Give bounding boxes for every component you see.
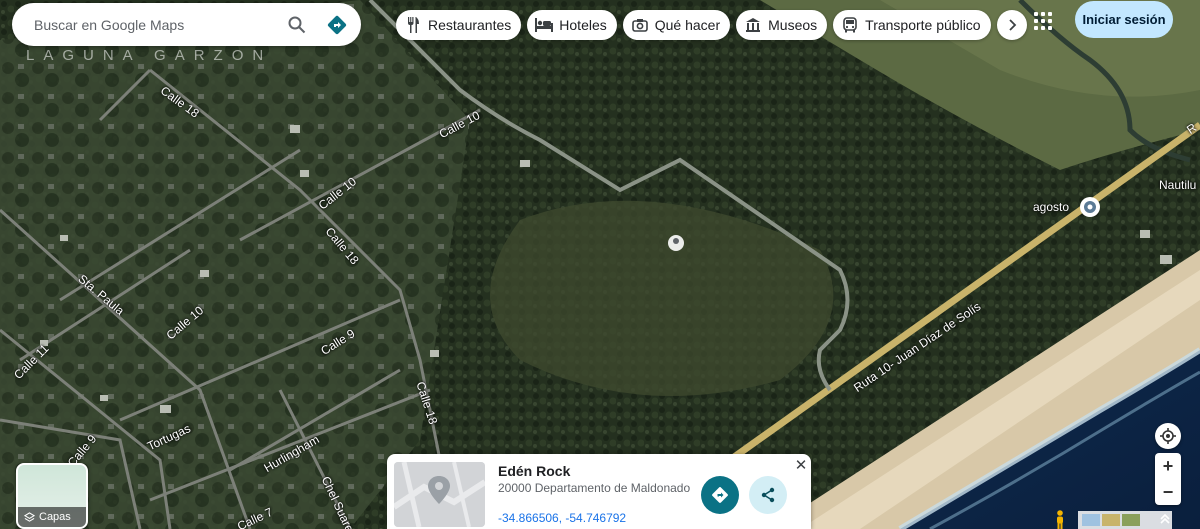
directions-button[interactable]: [701, 476, 739, 514]
apps-grid-icon[interactable]: [1031, 9, 1055, 33]
directions-icon: [712, 487, 728, 503]
layers-icon: [24, 511, 35, 522]
crosshair-icon: [1160, 428, 1176, 444]
layers-button[interactable]: Capas: [16, 463, 88, 529]
imagery-thumbnails[interactable]: [1078, 511, 1172, 529]
zoom-in-button[interactable]: +: [1155, 453, 1181, 479]
place-address: 20000 Departamento de Maldonado: [498, 481, 691, 495]
place-coordinates[interactable]: -34.866506, -54.746792: [498, 511, 626, 525]
place-card[interactable]: Edén Rock 20000 Departamento de Maldonad…: [387, 454, 811, 529]
my-location-button[interactable]: [1155, 423, 1181, 449]
chip-museos[interactable]: Museos: [736, 10, 828, 40]
bed-icon: [535, 16, 554, 34]
chip-restaurantes[interactable]: Restaurantes: [396, 10, 522, 40]
zoom-out-button[interactable]: −: [1155, 479, 1181, 505]
expand-up-icon[interactable]: [1159, 513, 1171, 528]
close-icon[interactable]: ✕: [793, 458, 809, 474]
chip-transporte-publico[interactable]: Transporte público: [833, 10, 991, 40]
share-icon: [761, 487, 775, 503]
satellite-map[interactable]: [0, 0, 1200, 529]
chip-que-hacer[interactable]: Qué hacer: [622, 10, 731, 40]
museum-icon: [744, 16, 762, 34]
search-input[interactable]: Buscar en Google Maps: [34, 17, 277, 33]
zoom-controls: + −: [1155, 453, 1181, 505]
place-pin-icon: [668, 235, 684, 251]
search-icon[interactable]: [277, 5, 317, 45]
fork-knife-icon: [404, 16, 422, 34]
chevron-right-icon: [1008, 19, 1016, 31]
category-chips: Restaurantes Hoteles Qué hacer Museos Tr…: [396, 10, 1027, 40]
place-thumbnail[interactable]: [394, 462, 485, 527]
chip-hoteles[interactable]: Hoteles: [527, 10, 617, 40]
pegman-icon[interactable]: [1054, 510, 1066, 529]
directions-icon[interactable]: [317, 5, 357, 45]
place-name: Edén Rock: [498, 463, 571, 479]
bus-icon: [841, 16, 859, 34]
chips-next-button[interactable]: [996, 10, 1027, 40]
layers-label: Capas: [39, 511, 71, 523]
place-label[interactable]: agosto: [1033, 200, 1069, 214]
camera-icon: [631, 16, 649, 34]
share-button[interactable]: [749, 476, 787, 514]
place-label[interactable]: Nautilu: [1159, 178, 1196, 192]
poi-marker-icon: [1080, 197, 1100, 217]
signin-button[interactable]: Iniciar sesión: [1075, 1, 1173, 38]
search-box[interactable]: Buscar en Google Maps: [12, 3, 361, 46]
